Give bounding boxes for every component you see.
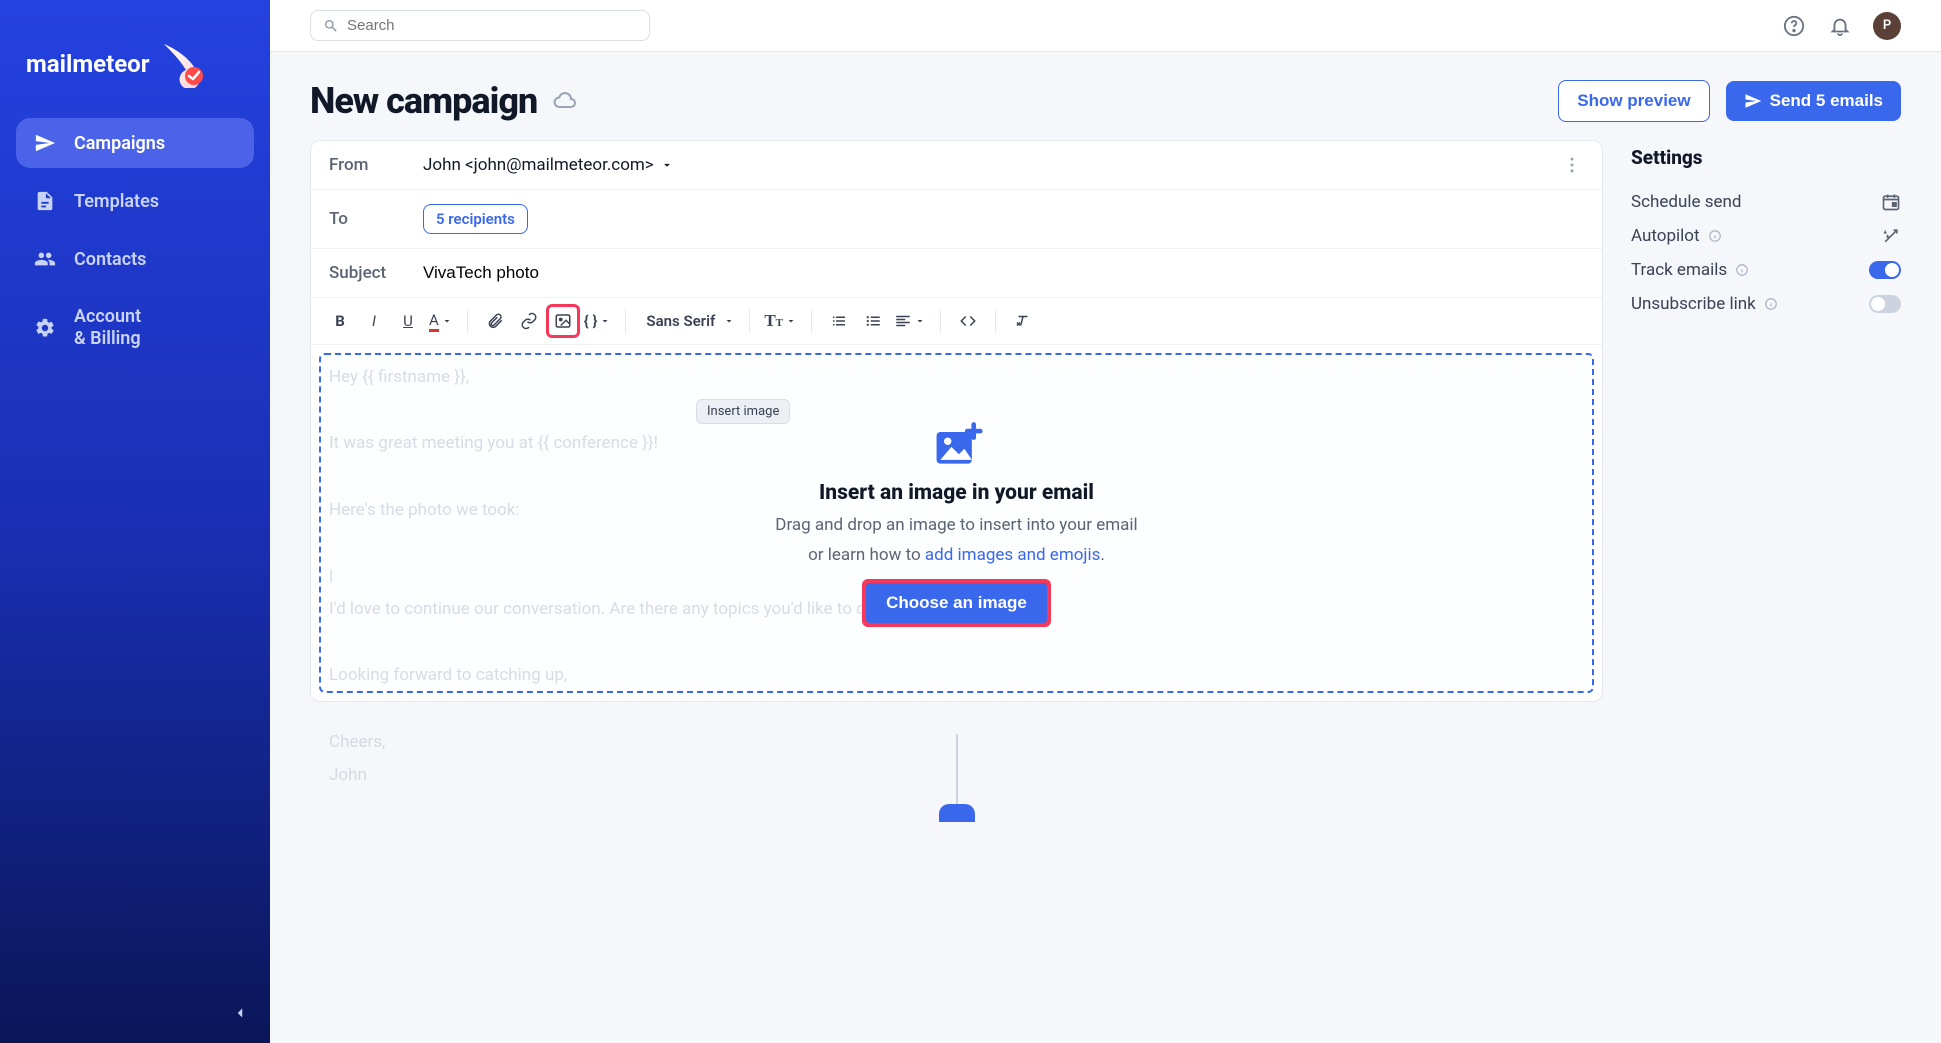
content-area: New campaign Show preview Send 5 emails … <box>270 52 1941 850</box>
to-row: To 5 recipients <box>311 190 1602 249</box>
avatar[interactable]: P <box>1873 12 1901 40</box>
sidebar-item-templates[interactable]: Templates <box>16 176 254 226</box>
dropzone-title: Insert an image in your email <box>819 481 1094 505</box>
setting-autopilot[interactable]: Autopilot <box>1631 219 1901 253</box>
chevron-down-icon <box>660 158 674 172</box>
setting-track-emails[interactable]: Track emails <box>1631 253 1901 287</box>
brand-name: mailmeteor <box>26 50 150 78</box>
timeline-connector <box>956 734 958 804</box>
topbar: P <box>270 0 1941 52</box>
setting-schedule-send[interactable]: Schedule send <box>1631 185 1901 219</box>
subject-input[interactable] <box>423 263 1584 283</box>
track-emails-toggle[interactable] <box>1869 261 1901 279</box>
add-step-button[interactable] <box>939 804 975 822</box>
ordered-list-button[interactable] <box>824 306 854 336</box>
sidebar-collapse-button[interactable] <box>226 999 254 1027</box>
italic-button[interactable]: I <box>359 306 389 336</box>
from-row: From John <john@mailmeteor.com> <box>311 141 1602 190</box>
more-options-icon[interactable] <box>1560 155 1584 175</box>
file-icon <box>34 190 56 212</box>
subject-label: Subject <box>329 263 399 283</box>
meteor-icon <box>158 40 206 88</box>
from-label: From <box>329 155 399 175</box>
subject-row: Subject <box>311 249 1602 297</box>
text-color-button[interactable]: A <box>427 306 455 336</box>
page-title: New campaign <box>310 80 537 122</box>
editor-area[interactable]: Hey {{ firstname }}, It was great meetin… <box>311 345 1602 701</box>
magic-wand-icon[interactable] <box>1881 226 1901 246</box>
settings-panel: Settings Schedule send Autopilot <box>1631 140 1901 321</box>
setting-unsubscribe-link[interactable]: Unsubscribe link <box>1631 287 1901 321</box>
clear-format-button[interactable] <box>1008 306 1038 336</box>
recipients-chip[interactable]: 5 recipients <box>423 204 528 234</box>
link-button[interactable] <box>514 306 544 336</box>
insert-image-tooltip: Insert image <box>696 399 790 424</box>
help-icon[interactable] <box>1781 13 1807 39</box>
search-input[interactable] <box>347 17 637 34</box>
bell-icon[interactable] <box>1827 13 1853 39</box>
chevron-down-icon <box>785 315 797 327</box>
underline-button[interactable]: U <box>393 306 423 336</box>
brand-logo[interactable]: mailmeteor <box>26 40 244 88</box>
chevron-down-icon <box>599 315 611 327</box>
align-button[interactable] <box>892 306 928 336</box>
compose-card: From John <john@mailmeteor.com> To 5 rec… <box>310 140 1603 702</box>
code-view-button[interactable] <box>953 306 983 336</box>
sidebar-item-label: Account & Billing <box>74 306 141 349</box>
sidebar-item-account-billing[interactable]: Account & Billing <box>16 292 254 363</box>
dropzone-line2: or learn how to add images and emojis. <box>808 545 1105 565</box>
font-size-button[interactable]: TT <box>762 306 799 336</box>
people-icon <box>34 248 56 270</box>
show-preview-button[interactable]: Show preview <box>1558 80 1709 122</box>
gear-icon <box>34 317 56 339</box>
info-icon <box>1735 263 1749 277</box>
main: P New campaign Show preview Send 5 email… <box>270 0 1941 1043</box>
to-label: To <box>329 209 399 229</box>
sidebar-item-label: Campaigns <box>74 133 165 154</box>
choose-image-highlight: Choose an image <box>862 579 1051 627</box>
page-header: New campaign Show preview Send 5 emails <box>310 80 1901 122</box>
chevron-down-icon <box>914 315 926 327</box>
send-icon <box>1744 92 1762 110</box>
add-image-icon <box>931 419 983 471</box>
dropzone-line1: Drag and drop an image to insert into yo… <box>775 515 1137 535</box>
sidebar: mailmeteor Campaigns Templates Contacts <box>0 0 270 1043</box>
image-dropzone[interactable]: Insert an image in your email Drag and d… <box>319 353 1594 693</box>
sidebar-nav: Campaigns Templates Contacts Account & B… <box>16 118 254 363</box>
info-icon <box>1764 297 1778 311</box>
send-emails-button[interactable]: Send 5 emails <box>1726 81 1901 121</box>
sidebar-item-campaigns[interactable]: Campaigns <box>16 118 254 168</box>
search-icon <box>323 18 339 34</box>
settings-title: Settings <box>1631 146 1901 169</box>
unordered-list-button[interactable] <box>858 306 888 336</box>
choose-image-button[interactable]: Choose an image <box>866 583 1047 623</box>
sidebar-item-label: Contacts <box>74 249 146 270</box>
unsubscribe-toggle[interactable] <box>1869 295 1901 313</box>
editor-toolbar: B I U A <box>311 297 1602 345</box>
send-icon <box>34 132 56 154</box>
add-images-link[interactable]: add images and emojis <box>925 545 1101 565</box>
sidebar-item-contacts[interactable]: Contacts <box>16 234 254 284</box>
calendar-icon[interactable] <box>1881 192 1901 212</box>
search-box[interactable] <box>310 10 650 41</box>
variables-button[interactable]: { } <box>582 306 614 336</box>
chevron-down-icon <box>441 315 453 327</box>
font-family-dropdown[interactable]: Sans Serif <box>638 306 737 336</box>
attachment-button[interactable] <box>480 306 510 336</box>
chevron-down-icon <box>723 315 735 327</box>
sidebar-item-label: Templates <box>74 191 159 212</box>
from-dropdown[interactable]: John <john@mailmeteor.com> <box>423 155 674 175</box>
info-icon <box>1708 229 1722 243</box>
cloud-sync-icon <box>553 89 577 113</box>
bold-button[interactable]: B <box>325 306 355 336</box>
insert-image-button[interactable] <box>548 306 578 336</box>
